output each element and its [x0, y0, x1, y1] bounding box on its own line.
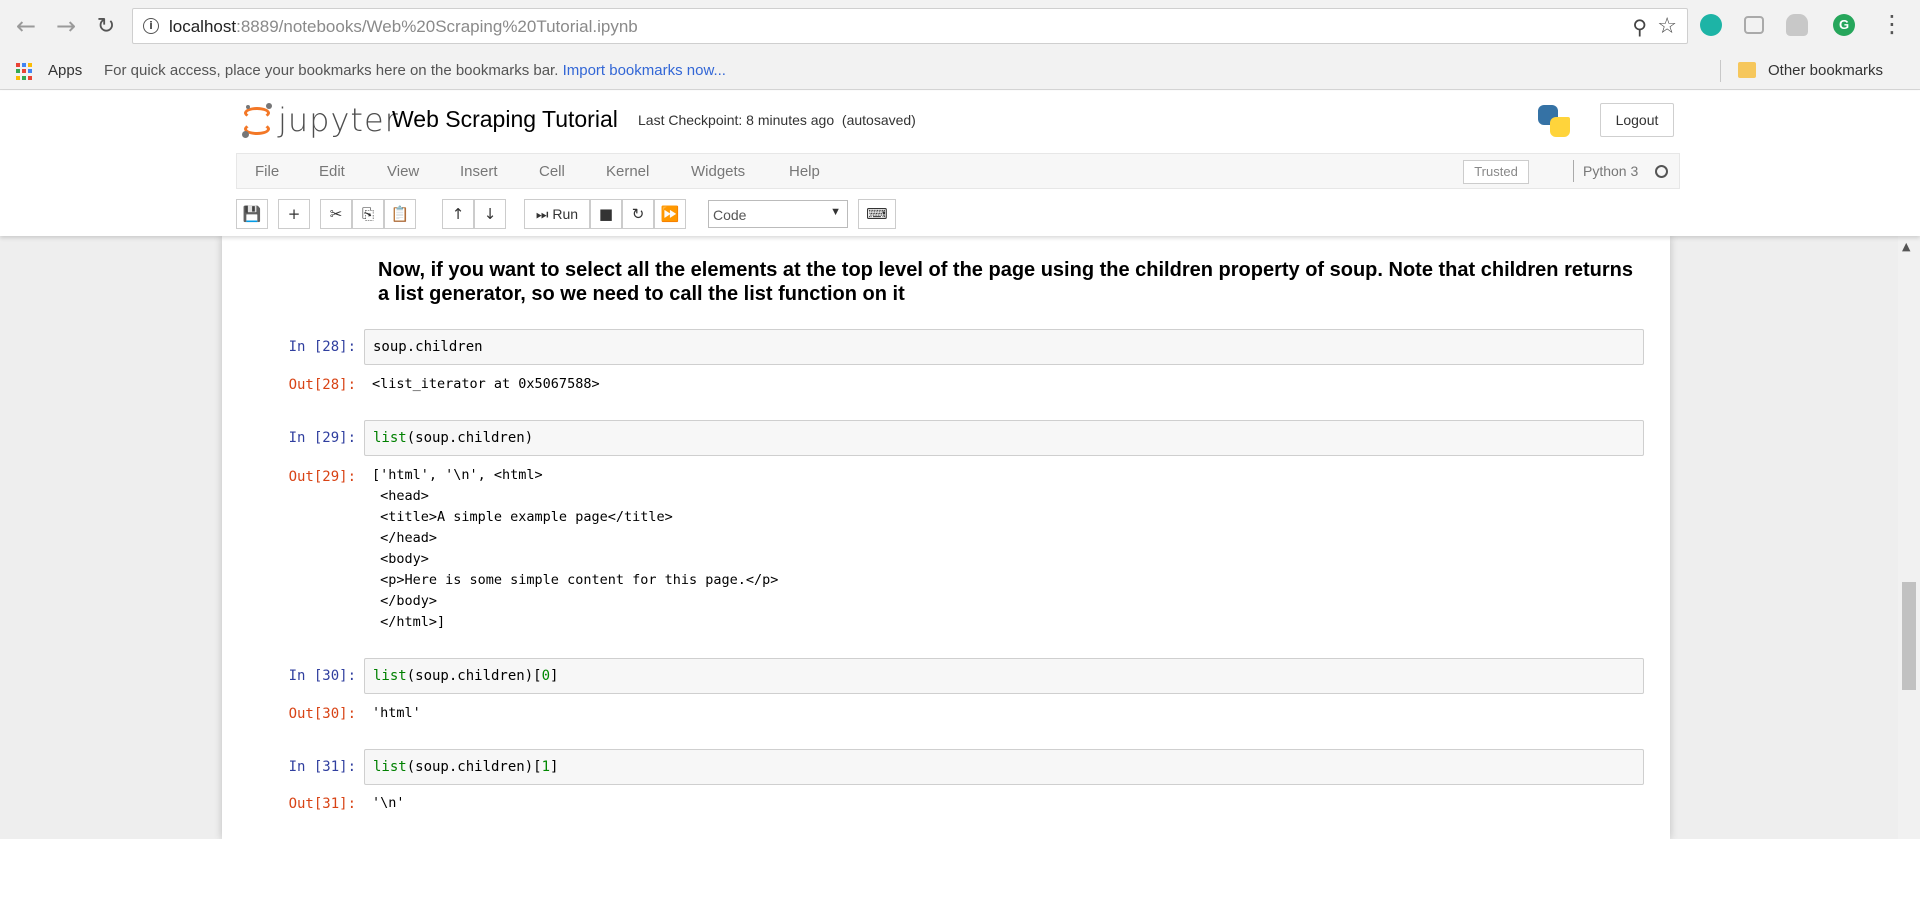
cut-icon[interactable]: ✂ [320, 199, 352, 229]
bookmarks-hint-text: For quick access, place your bookmarks h… [104, 62, 559, 79]
address-bar[interactable]: i localhost:8889/notebooks/Web%20Scrapin… [132, 8, 1688, 44]
checkpoint-text: Last Checkpoint: 8 minutes ago [638, 112, 835, 128]
zoom-icon[interactable]: ⚲ [1632, 15, 1647, 39]
markdown-cell[interactable]: Now, if you want to select all the eleme… [378, 258, 1648, 306]
code-number: 1 [541, 759, 551, 775]
input-prompt: In [30]: [288, 668, 356, 684]
back-arrow-icon[interactable]: ← [12, 12, 40, 40]
code-text: (soup.children)[ [406, 759, 542, 775]
browser-toolbar: ← → ↻ i localhost:8889/notebooks/Web%20S… [0, 0, 1920, 52]
logout-button[interactable]: Logout [1600, 103, 1674, 137]
paste-icon[interactable]: 📋 [384, 199, 416, 229]
code-keyword: list [373, 668, 407, 684]
reload-icon[interactable]: ↻ [92, 12, 120, 40]
kernel-name[interactable]: Python 3 [1583, 163, 1638, 179]
url-host: localhost [169, 17, 237, 36]
python-logo-icon [1536, 103, 1572, 139]
page-scrollbar[interactable]: ▲ [1898, 236, 1920, 839]
info-icon[interactable]: i [143, 18, 159, 34]
menu-edit[interactable]: Edit [319, 163, 345, 180]
bookmarks-bar: Apps For quick access, place your bookma… [0, 52, 1920, 90]
menu-bar: File Edit View Insert Cell Kernel Widget… [236, 153, 1680, 189]
output-prompt: Out[28]: [288, 377, 356, 393]
browser-menu-icon[interactable]: ⋮ [1880, 12, 1904, 36]
code-keyword: list [373, 430, 407, 446]
keyboard-icon[interactable]: ⌨ [858, 199, 896, 229]
menu-view[interactable]: View [387, 163, 419, 180]
code-number: 0 [541, 668, 551, 684]
menu-cell[interactable]: Cell [539, 163, 565, 180]
trusted-badge[interactable]: Trusted [1463, 160, 1529, 184]
menu-widgets[interactable]: Widgets [691, 163, 745, 180]
notebook-container: Now, if you want to select all the eleme… [222, 236, 1670, 839]
forward-arrow-icon[interactable]: → [52, 12, 80, 40]
jupyter-logo-text[interactable]: jupyter [278, 101, 399, 139]
save-icon[interactable]: 💾 [236, 199, 268, 229]
cell-output: ['html', '\n', <html> <head> <title>A si… [372, 467, 779, 630]
code-keyword: list [373, 759, 407, 775]
jupyter-header: jupyter Web Scraping Tutorial Last Check… [0, 91, 1920, 236]
bookmarks-hint: For quick access, place your bookmarks h… [104, 62, 726, 79]
grammarly-icon[interactable]: G [1833, 14, 1855, 36]
code-input[interactable]: list(soup.children)[1] [364, 749, 1644, 785]
restart-run-all-icon[interactable]: ⏩ [654, 199, 686, 229]
menu-help[interactable]: Help [789, 163, 820, 180]
kernel-divider [1573, 160, 1574, 182]
kernel-status-icon [1655, 165, 1668, 178]
cell-output: 'html' [372, 705, 421, 721]
code-text: (soup.children)[ [406, 668, 542, 684]
autosave-text: (autosaved) [841, 112, 916, 128]
import-bookmarks-link[interactable]: Import bookmarks now... [563, 62, 726, 79]
notebook-area: Now, if you want to select all the eleme… [0, 236, 1920, 839]
insert-cell-icon[interactable]: + [278, 199, 310, 229]
code-input[interactable]: list(soup.children) [364, 420, 1644, 456]
stop-icon[interactable]: ■ [590, 199, 622, 229]
cell-type-value: Code [713, 207, 747, 223]
bookmarks-divider [1720, 60, 1721, 82]
url-text[interactable]: localhost:8889/notebooks/Web%20Scraping%… [169, 17, 638, 37]
code-input[interactable]: list(soup.children)[0] [364, 658, 1644, 694]
apps-grid-icon[interactable] [16, 63, 33, 80]
move-down-icon[interactable]: ↓ [474, 199, 506, 229]
extension-inbox-icon[interactable] [1744, 16, 1764, 34]
input-prompt: In [31]: [288, 759, 356, 775]
menu-file[interactable]: File [255, 163, 279, 180]
input-prompt: In [28]: [288, 339, 356, 355]
apps-link[interactable]: Apps [48, 62, 82, 79]
chevron-down-icon: ▼ [830, 206, 841, 218]
cell-type-select[interactable]: Code ▼ [708, 200, 848, 228]
code-text-end: ] [550, 668, 559, 684]
bookmark-star-icon[interactable]: ☆ [1657, 14, 1677, 39]
cell-output: '\n' [372, 795, 405, 811]
jupyter-logo-icon[interactable] [240, 103, 274, 139]
cell-output: <list_iterator at 0x5067588> [372, 376, 600, 392]
other-bookmarks-link[interactable]: Other bookmarks [1768, 62, 1883, 79]
menu-kernel[interactable]: Kernel [606, 163, 649, 180]
url-path: :8889/notebooks/Web%20Scraping%20Tutoria… [236, 17, 638, 36]
run-button[interactable]: ⏭ Run [524, 199, 590, 229]
extension-teal-icon[interactable] [1700, 14, 1722, 36]
scroll-up-arrow-icon[interactable]: ▲ [1902, 240, 1910, 253]
notebook-title[interactable]: Web Scraping Tutorial [392, 106, 618, 133]
menu-insert[interactable]: Insert [460, 163, 498, 180]
copy-icon[interactable]: ⎘ [352, 199, 384, 229]
page-bottom-blank [0, 839, 1920, 907]
output-prompt: Out[29]: [288, 469, 356, 485]
folder-icon[interactable] [1738, 62, 1756, 78]
output-prompt: Out[30]: [288, 706, 356, 722]
code-text: (soup.children) [406, 430, 534, 446]
code-text-end: ] [550, 759, 559, 775]
scrollbar-thumb[interactable] [1902, 582, 1916, 690]
input-prompt: In [29]: [288, 430, 356, 446]
restart-icon[interactable]: ↻ [622, 199, 654, 229]
extension-cloud-icon[interactable] [1786, 14, 1808, 36]
checkpoint-status: Last Checkpoint: 8 minutes ago (autosave… [638, 112, 916, 128]
move-up-icon[interactable]: ↑ [442, 199, 474, 229]
output-prompt: Out[31]: [288, 796, 356, 812]
code-input[interactable]: soup.children [364, 329, 1644, 365]
